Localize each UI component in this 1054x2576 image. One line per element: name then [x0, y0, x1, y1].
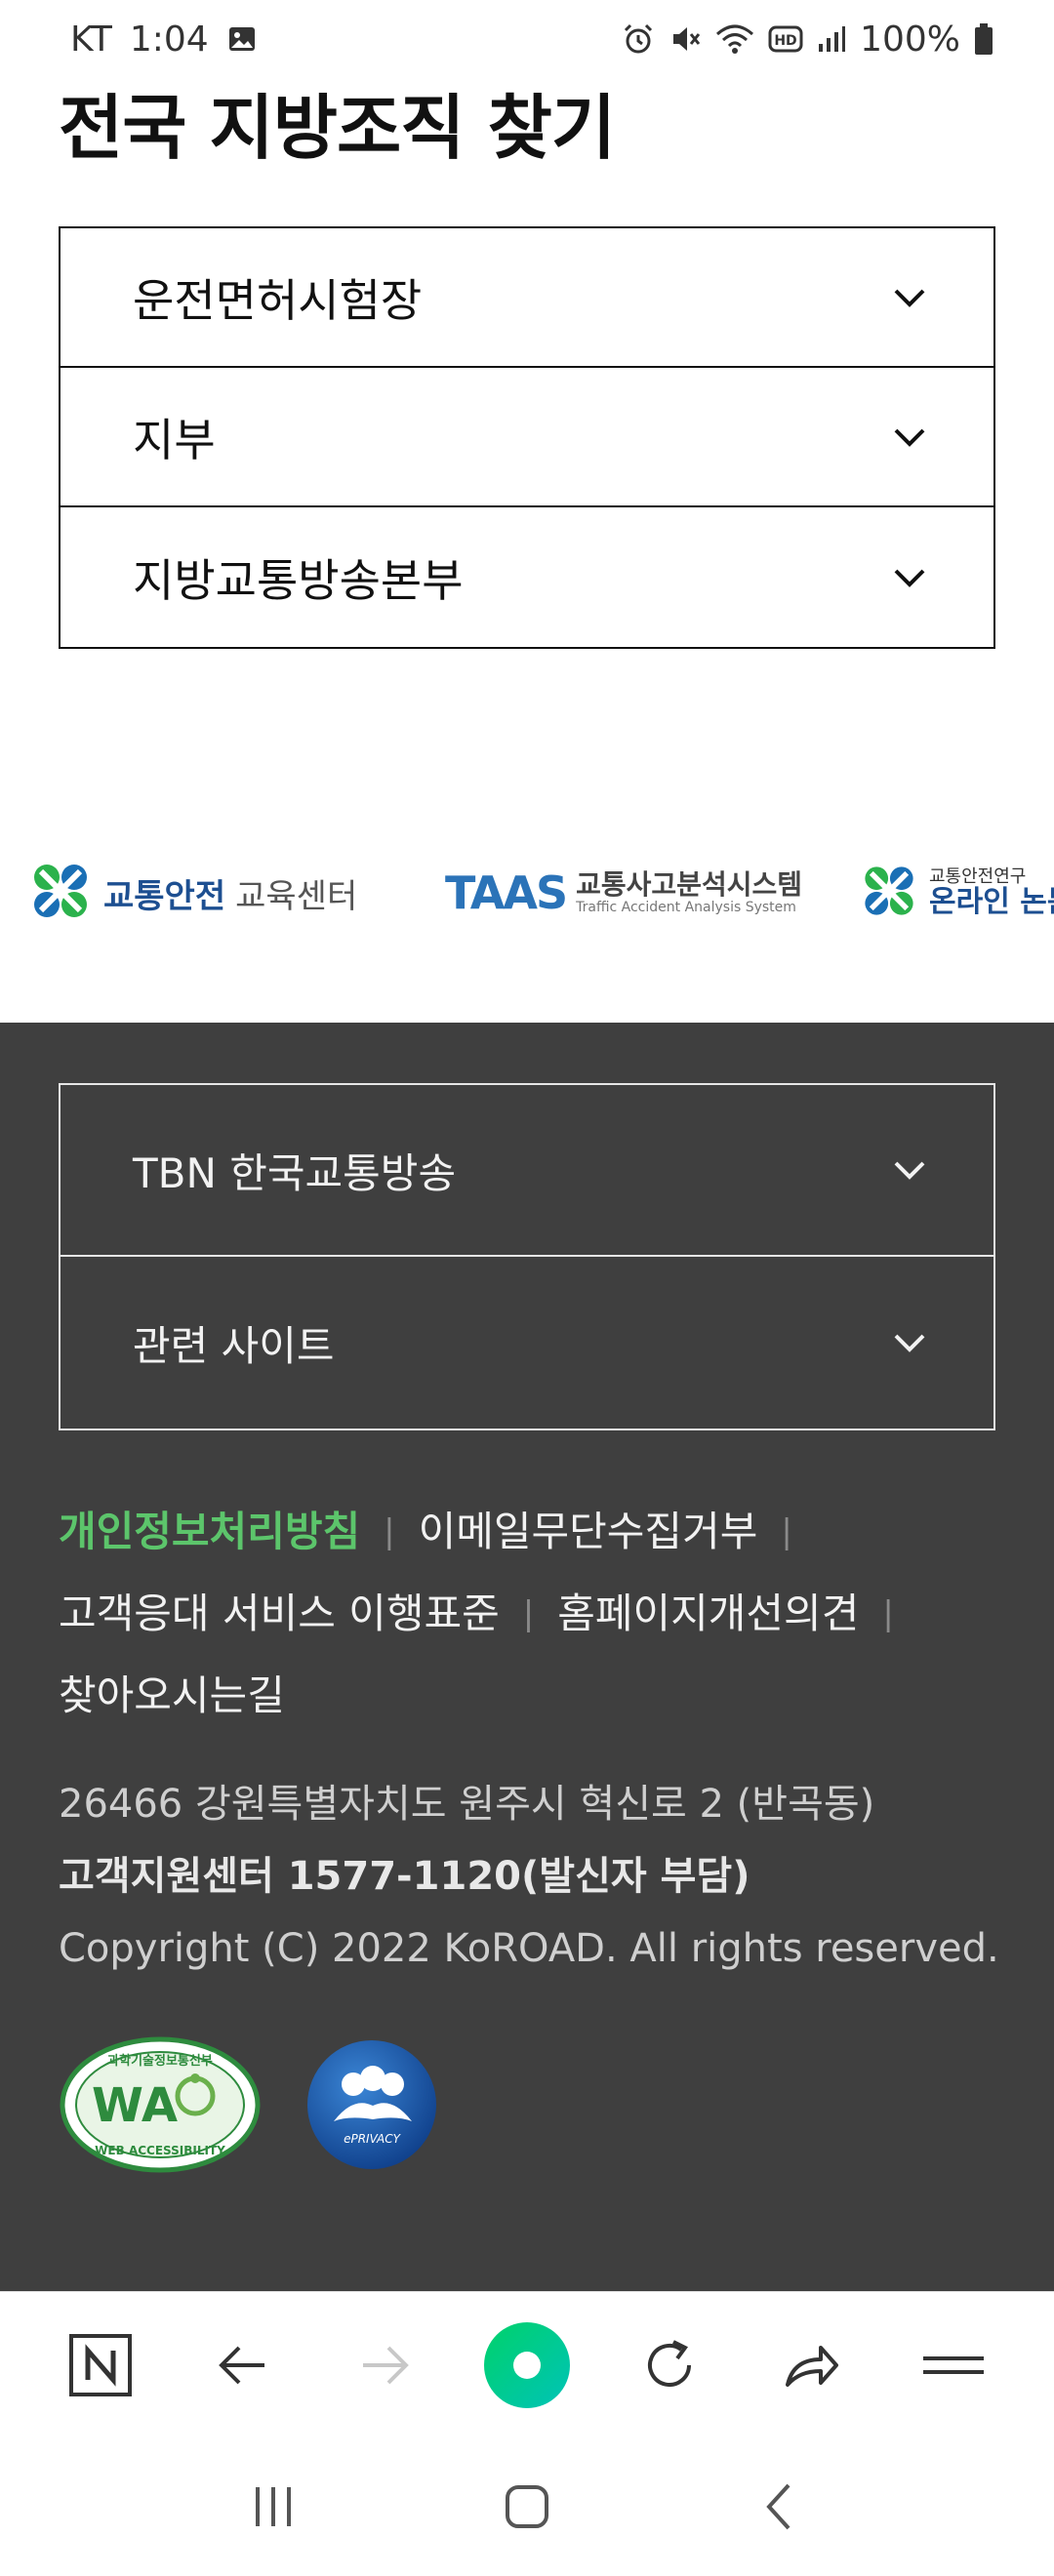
system-back-icon[interactable]	[742, 2468, 820, 2546]
chevron-down-icon	[890, 278, 929, 317]
clover-logo-icon	[27, 862, 94, 924]
footer-links-row: 고객응대 서비스 이행표준 | 홈페이지개선의견 |	[59, 1573, 1015, 1655]
email-refusal-link[interactable]: 이메일무단수집거부	[419, 1491, 758, 1573]
accordion-item-label: 지부	[133, 413, 216, 466]
hd-icon: HD	[768, 24, 803, 54]
svg-text:HD: HD	[774, 33, 796, 49]
wa-badge-top-text: 과학기술정보통신부	[107, 2053, 213, 2069]
menu-icon[interactable]	[910, 2321, 997, 2409]
status-left: KT 1:04	[70, 20, 258, 60]
partner-logo-education-center[interactable]: 교통안전 교육센터	[27, 849, 357, 937]
share-icon[interactable]	[767, 2321, 855, 2409]
accordion-item-branch[interactable]: 지부	[61, 368, 993, 507]
refresh-icon[interactable]	[626, 2321, 713, 2409]
mute-icon	[669, 22, 702, 56]
battery-icon	[974, 22, 993, 56]
carrier-label: KT	[70, 19, 112, 60]
recent-apps-icon[interactable]	[234, 2468, 312, 2546]
region-accordion: 운전면허시험장 지부 지방교통방송본부	[59, 226, 995, 649]
signal-icon	[817, 24, 846, 54]
footer-links-row: 찾아오시는길	[59, 1655, 1015, 1737]
taas-korean: 교통사고분석시스템	[576, 867, 802, 901]
link-separator: |	[781, 1512, 792, 1551]
footer-accordion-label: 관련 사이트	[133, 1321, 335, 1370]
wa-badge-mark: WA	[92, 2078, 178, 2133]
footer-accordion-label: TBN 한국교통방송	[133, 1148, 457, 1197]
partner-logo-taas[interactable]: TAAS 교통사고분석시스템 Traffic Accident Analysis…	[445, 849, 802, 937]
partner-logo-subtitle: 교육센터	[235, 876, 358, 916]
accordion-item-broadcasting-hq[interactable]: 지방교통방송본부	[61, 507, 993, 647]
green-dot-icon[interactable]	[483, 2321, 571, 2409]
web-accessibility-badge[interactable]: 과학기술정보통신부 WA WEB ACCESSIBILITY	[59, 2035, 262, 2174]
footer-links: 개인정보처리방침 | 이메일무단수집거부 | 고객응대 서비스 이행표준 | 홈…	[59, 1491, 1015, 1737]
copyright-text: Copyright (C) 2022 KoROAD. All rights re…	[59, 1926, 999, 1971]
chevron-down-icon	[890, 1150, 929, 1189]
improvement-opinion-link[interactable]: 홈페이지개선의견	[557, 1573, 859, 1655]
image-icon	[226, 23, 258, 55]
link-separator: |	[384, 1512, 395, 1551]
accordion-item-label: 운전면허시험장	[133, 273, 423, 327]
clover-logo-icon	[859, 864, 919, 922]
research-small: 교통안전연구	[929, 865, 1027, 887]
accordion-item-license-test-center[interactable]: 운전면허시험장	[61, 228, 993, 368]
certification-badges: 과학기술정보통신부 WA WEB ACCESSIBILITY ePRIVACY	[59, 2035, 439, 2174]
address-text: 26466 강원특별자치도 원주시 혁신로 2 (반곡동)	[59, 1782, 875, 1827]
service-standard-link[interactable]: 고객응대 서비스 이행표준	[59, 1573, 500, 1655]
status-bar: KT 1:04 HD 100%	[0, 0, 1054, 78]
eprivacy-badge-text: ePRIVACY	[344, 2132, 401, 2146]
taas-english: Traffic Accident Analysis System	[576, 899, 796, 915]
research-big: 온라인 논문투	[929, 885, 1054, 920]
directions-link[interactable]: 찾아오시는길	[59, 1655, 285, 1737]
page-title: 전국 지방조직 찾기	[59, 87, 616, 169]
link-separator: |	[882, 1594, 894, 1633]
wifi-icon	[715, 22, 754, 56]
browser-toolbar	[0, 2291, 1054, 2437]
partner-logo-title: 교통안전	[103, 876, 226, 916]
footer-accordion-related-sites[interactable]: 관련 사이트	[61, 1257, 993, 1429]
chevron-down-icon	[890, 418, 929, 457]
footer-accordion-tbn[interactable]: TBN 한국교통방송	[61, 1085, 993, 1257]
chevron-down-icon	[890, 558, 929, 597]
footer: TBN 한국교통방송 관련 사이트 개인정보처리방침 | 이메일무단수집거부 |…	[0, 1023, 1054, 2291]
battery-label: 100%	[860, 19, 960, 60]
accordion-item-label: 지방교통방송본부	[133, 553, 464, 607]
naver-home-icon[interactable]	[57, 2321, 144, 2409]
time-label: 1:04	[129, 19, 209, 60]
forward-icon[interactable]	[341, 2321, 428, 2409]
alarm-icon	[622, 22, 655, 56]
link-separator: |	[522, 1594, 535, 1633]
footer-address-block: 26466 강원특별자치도 원주시 혁신로 2 (반곡동) 고객지원센터 157…	[59, 1768, 999, 1985]
chevron-down-icon	[890, 1323, 929, 1362]
home-icon[interactable]	[488, 2468, 566, 2546]
taas-text: 교통사고분석시스템 Traffic Accident Analysis Syst…	[576, 867, 802, 915]
system-navigation-bar	[0, 2437, 1054, 2576]
wa-badge-bottom-text: WEB ACCESSIBILITY	[95, 2144, 225, 2157]
eprivacy-badge[interactable]: ePRIVACY	[304, 2037, 439, 2172]
research-text: 교통안전연구 온라인 논문투	[929, 865, 1054, 920]
partner-logo-research[interactable]: 교통안전연구 온라인 논문투	[859, 849, 1054, 937]
back-icon[interactable]	[199, 2321, 287, 2409]
privacy-policy-link[interactable]: 개인정보처리방침	[59, 1491, 360, 1573]
status-right: HD 100%	[622, 20, 993, 60]
taas-mark: TAAS	[445, 866, 568, 919]
footer-links-row: 개인정보처리방침 | 이메일무단수집거부 |	[59, 1491, 1015, 1573]
footer-accordion: TBN 한국교통방송 관련 사이트	[59, 1083, 995, 1430]
partner-logos: 교통안전 교육센터 TAAS 교통사고분석시스템 Traffic Acciden…	[0, 849, 1054, 937]
call-center-text: 고객지원센터 1577-1120(발신자 부담)	[59, 1854, 750, 1899]
